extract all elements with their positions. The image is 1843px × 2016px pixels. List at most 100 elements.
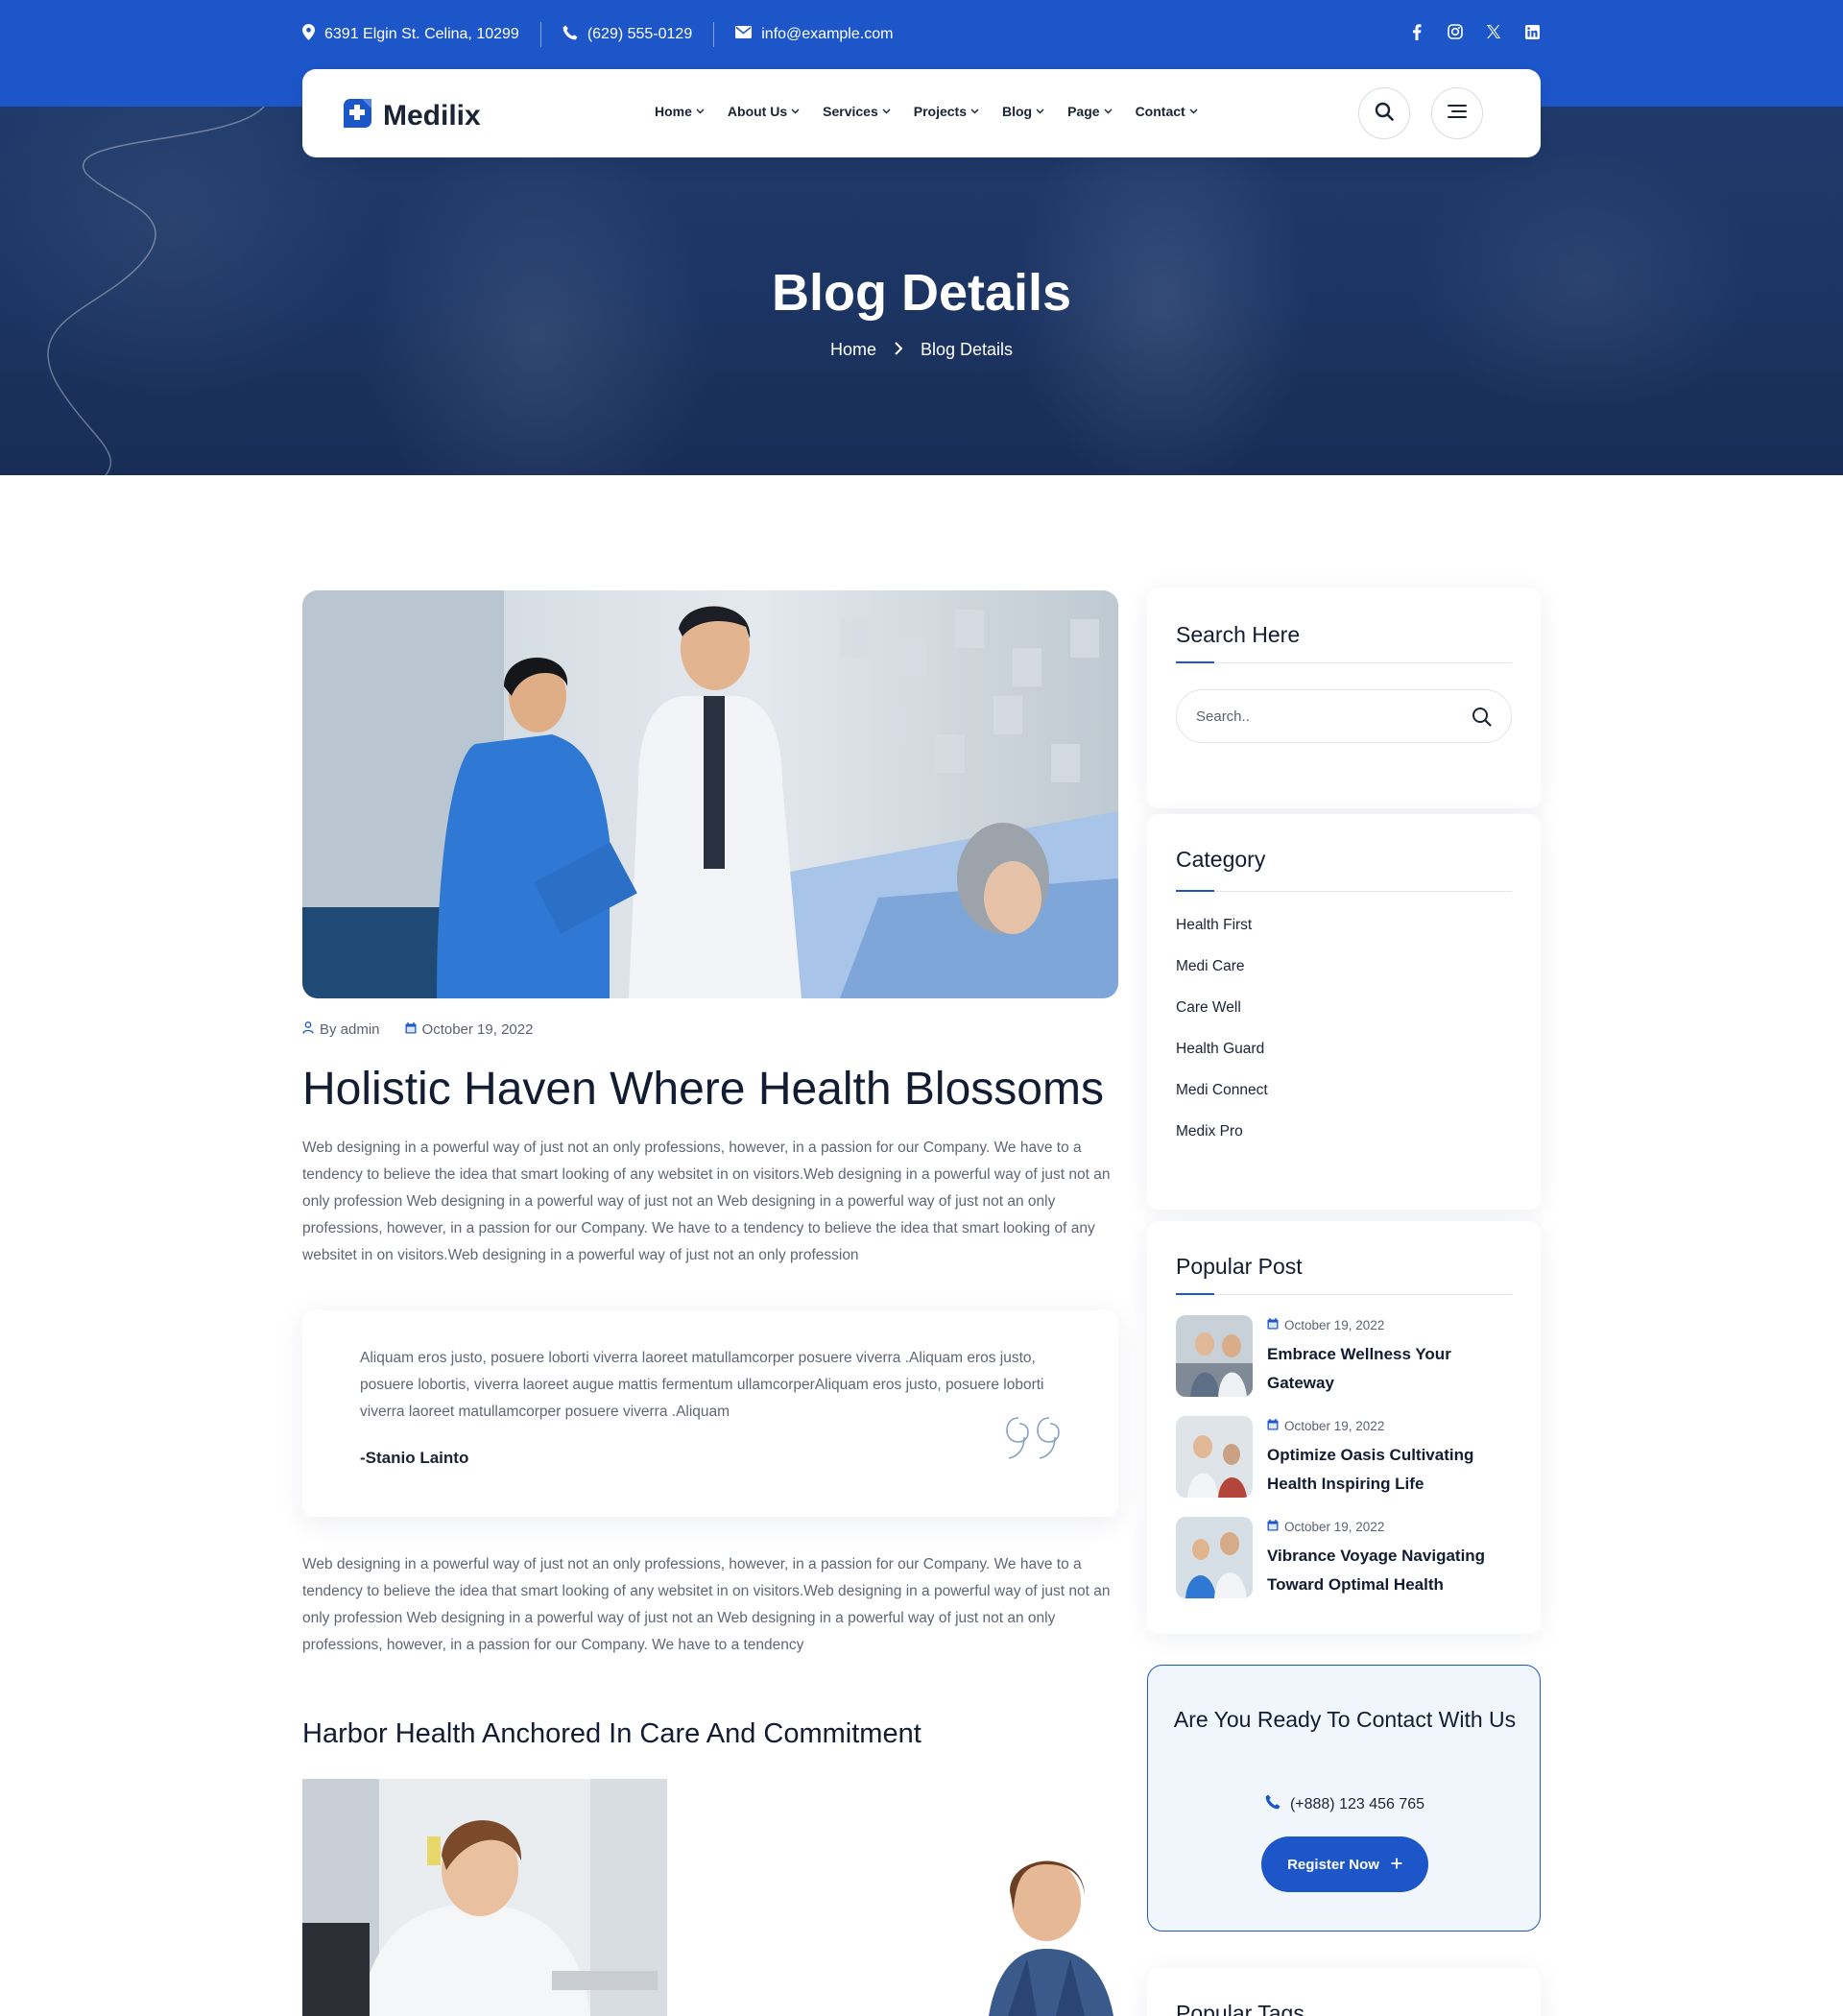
- date-label: October 19, 2022: [1284, 1419, 1385, 1433]
- nav-label: Services: [823, 104, 878, 119]
- popular-post-item[interactable]: October 19, 2022 Embrace Wellness Your G…: [1176, 1315, 1512, 1397]
- user-icon: [302, 1021, 314, 1038]
- breadcrumb-home-link[interactable]: Home: [830, 340, 876, 360]
- author-label: By admin: [320, 1021, 380, 1038]
- post-paragraph-2: Web designing in a powerful way of just …: [302, 1556, 1111, 1653]
- chevron-down-icon: [1104, 107, 1113, 117]
- category-item[interactable]: Care Well: [1176, 987, 1268, 1028]
- contact-info: 6391 Elgin St. Celina, 10299 (629) 555-0…: [302, 22, 893, 47]
- breadcrumb-current: Blog Details: [920, 340, 1014, 359]
- widget-title: Search Here: [1176, 622, 1301, 647]
- chevron-right-icon: [894, 340, 903, 360]
- address-text: 6391 Elgin St. Celina, 10299: [324, 26, 519, 42]
- cta-phone-number: (+888) 123 456 765: [1289, 1795, 1425, 1812]
- contact-cta-box: Are You Ready To Contact With Us (+888) …: [1147, 1665, 1541, 1932]
- phone-icon: [1265, 1794, 1281, 1814]
- nav-label: Home: [655, 104, 692, 119]
- popular-post-item[interactable]: October 19, 2022 Vibrance Voyage Navigat…: [1176, 1517, 1512, 1598]
- x-icon[interactable]: [1485, 23, 1502, 40]
- instagram-icon[interactable]: [1447, 23, 1464, 40]
- post-author[interactable]: By admin: [302, 1021, 380, 1038]
- nav-item-about-us[interactable]: About Us: [728, 104, 800, 119]
- button-label: Register Now: [1287, 1856, 1379, 1873]
- nav-label: Projects: [913, 104, 967, 119]
- calendar-icon: [1267, 1318, 1279, 1332]
- widget-title-underline: [1176, 661, 1512, 663]
- chevron-down-icon: [1189, 107, 1198, 117]
- widget-title: Category: [1176, 847, 1266, 872]
- chevron-down-icon: [970, 107, 979, 117]
- post-date: October 19, 2022: [1267, 1419, 1384, 1433]
- post-title-link[interactable]: Embrace Wellness Your Gateway: [1267, 1340, 1507, 1398]
- widget-title-underline: [1176, 1293, 1512, 1295]
- date-label: October 19, 2022: [421, 1021, 534, 1038]
- calendar-icon: [405, 1021, 417, 1038]
- post-title-link[interactable]: Optimize Oasis Cultivating Health Inspir…: [1267, 1441, 1507, 1499]
- category-item[interactable]: Medix Pro: [1176, 1111, 1268, 1152]
- social-links: [1408, 23, 1541, 40]
- quote-mark-icon: [1005, 1416, 1065, 1465]
- divider: [539, 22, 541, 47]
- nav-item-home[interactable]: Home: [655, 104, 705, 119]
- popular-post-item[interactable]: October 19, 2022 Optimize Oasis Cultivat…: [1176, 1416, 1512, 1498]
- divider: [713, 22, 715, 47]
- category-item[interactable]: Health Guard: [1176, 1028, 1268, 1069]
- envelope-icon: [735, 26, 753, 43]
- search-toggle-button[interactable]: [1358, 87, 1410, 139]
- nav-label: Contact: [1135, 104, 1185, 119]
- category-item[interactable]: Medi Care: [1176, 946, 1268, 987]
- nav-item-page[interactable]: Page: [1067, 104, 1113, 119]
- phone-text[interactable]: (629) 555-0129: [587, 26, 692, 43]
- phone-icon: [562, 25, 578, 45]
- category-item[interactable]: Health First: [1176, 904, 1268, 946]
- post-thumbnail[interactable]: [1176, 1517, 1253, 1598]
- phone-item[interactable]: (629) 555-0129: [562, 25, 692, 45]
- chevron-down-icon: [696, 107, 705, 117]
- page-banner: Blog Details Home Blog Details: [0, 107, 1843, 475]
- calendar-icon: [1267, 1419, 1279, 1433]
- medical-cross-logo-icon: [341, 96, 375, 135]
- search-input[interactable]: [1196, 690, 1455, 742]
- facebook-icon[interactable]: [1408, 23, 1425, 40]
- menu-toggle-button[interactable]: [1431, 87, 1483, 139]
- register-now-button[interactable]: Register Now: [1261, 1836, 1428, 1892]
- cta-title: Are You Ready To Contact With Us: [1173, 1707, 1517, 1732]
- nav-menu: Home About Us Services Projects Blog Pag…: [655, 104, 1198, 119]
- quote-text: Aliquam eros justo, posuere loborti vive…: [360, 1350, 1044, 1420]
- post-meta: By admin October 19, 2022: [302, 1021, 533, 1038]
- brand-name: Medilix: [383, 99, 481, 132]
- category-item[interactable]: Medi Connect: [1176, 1069, 1268, 1111]
- calendar-icon: [1267, 1520, 1279, 1534]
- post-date: October 19, 2022: [1267, 1520, 1384, 1534]
- search-icon[interactable]: [1472, 707, 1492, 732]
- post-thumbnail[interactable]: [1176, 1416, 1253, 1498]
- doctor-at-desk-image: [302, 1779, 667, 2016]
- linkedin-icon[interactable]: [1523, 23, 1541, 40]
- post-thumbnail[interactable]: [1176, 1315, 1253, 1397]
- location-pin-icon: [302, 24, 315, 45]
- popular-tags-widget: Popular Tags: [1147, 1968, 1541, 2016]
- post-date: October 19, 2022: [1267, 1318, 1384, 1332]
- post-paragraph-1: Web designing in a powerful way of just …: [302, 1140, 1111, 1263]
- search-widget: Search Here: [1147, 588, 1541, 808]
- search-field: [1176, 689, 1512, 743]
- date-label: October 19, 2022: [1284, 1318, 1385, 1332]
- post-title-link[interactable]: Vibrance Voyage Navigating Toward Optima…: [1267, 1542, 1507, 1599]
- nav-item-projects[interactable]: Projects: [914, 104, 979, 119]
- nav-item-services[interactable]: Services: [823, 104, 891, 119]
- widget-title-underline: [1176, 890, 1512, 892]
- email-item[interactable]: info@example.com: [735, 26, 893, 43]
- page-title: Blog Details: [771, 264, 1072, 322]
- date-label: October 19, 2022: [1284, 1520, 1385, 1534]
- logo[interactable]: Medilix: [341, 96, 481, 135]
- cta-phone[interactable]: (+888) 123 456 765: [1148, 1794, 1542, 1814]
- nav-label: Page: [1067, 104, 1100, 119]
- post-title: Holistic Haven Where Health Blossoms: [302, 1064, 1104, 1115]
- patient-image: [950, 1843, 1123, 2016]
- nav-item-blog[interactable]: Blog: [1002, 104, 1044, 119]
- nav-item-contact[interactable]: Contact: [1136, 104, 1198, 119]
- post-date: October 19, 2022: [405, 1021, 534, 1038]
- featured-image: [302, 590, 1118, 998]
- email-text[interactable]: info@example.com: [761, 26, 893, 43]
- address-item: 6391 Elgin St. Celina, 10299: [302, 24, 519, 45]
